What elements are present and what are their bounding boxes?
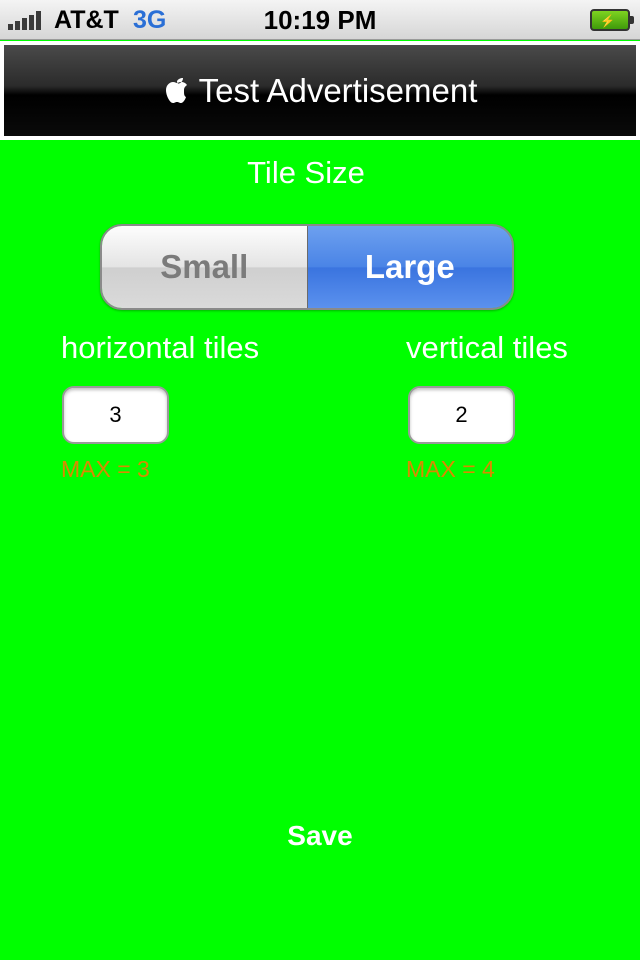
- ad-frame: Test Advertisement: [0, 41, 640, 140]
- battery-charging-icon: ⚡: [590, 9, 634, 31]
- segment-large[interactable]: Large: [307, 226, 512, 308]
- apple-logo-icon: [165, 78, 187, 103]
- ad-text: Test Advertisement: [198, 71, 478, 109]
- status-bar: AT&T 3G 10:19 PM ⚡: [0, 0, 640, 40]
- horizontal-tiles-input[interactable]: 3: [62, 386, 169, 444]
- horizontal-tiles-label: horizontal tiles: [61, 330, 260, 365]
- segment-small[interactable]: Small: [102, 226, 308, 308]
- tile-size-segmented-control[interactable]: Small Large: [100, 224, 514, 310]
- test-advertisement-banner[interactable]: Test Advertisement: [4, 45, 636, 136]
- status-time: 10:19 PM: [263, 5, 377, 35]
- horizontal-max-label: MAX = 3: [61, 456, 150, 482]
- vertical-tiles-label: vertical tiles: [406, 330, 568, 365]
- vertical-max-label: MAX = 4: [406, 456, 495, 482]
- vertical-tiles-input[interactable]: 2: [408, 386, 515, 444]
- save-button[interactable]: Save: [0, 820, 640, 852]
- tile-size-title: Tile Size: [247, 155, 365, 190]
